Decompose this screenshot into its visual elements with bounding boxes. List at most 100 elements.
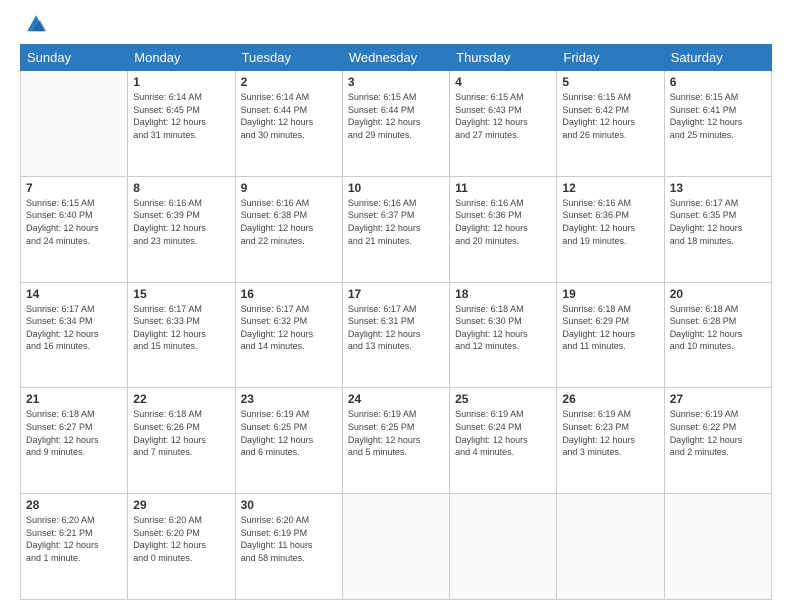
calendar-day-header: Tuesday bbox=[235, 45, 342, 71]
calendar-cell bbox=[450, 494, 557, 600]
day-info: Sunrise: 6:20 AM Sunset: 6:19 PM Dayligh… bbox=[241, 514, 337, 564]
logo bbox=[20, 20, 48, 36]
day-number: 12 bbox=[562, 181, 658, 195]
calendar-cell: 25 Sunrise: 6:19 AM Sunset: 6:24 PM Dayli… bbox=[450, 388, 557, 494]
calendar-cell: 13 Sunrise: 6:17 AM Sunset: 6:35 PM Dayli… bbox=[664, 176, 771, 282]
day-info: Sunrise: 6:14 AM Sunset: 6:45 PM Dayligh… bbox=[133, 91, 229, 141]
calendar-day-header: Monday bbox=[128, 45, 235, 71]
calendar-cell: 11 Sunrise: 6:16 AM Sunset: 6:36 PM Dayli… bbox=[450, 176, 557, 282]
day-number: 19 bbox=[562, 287, 658, 301]
day-info: Sunrise: 6:18 AM Sunset: 6:29 PM Dayligh… bbox=[562, 303, 658, 353]
calendar-cell: 6 Sunrise: 6:15 AM Sunset: 6:41 PM Daylig… bbox=[664, 71, 771, 177]
day-number: 1 bbox=[133, 75, 229, 89]
calendar-cell: 8 Sunrise: 6:16 AM Sunset: 6:39 PM Daylig… bbox=[128, 176, 235, 282]
calendar-day-header: Wednesday bbox=[342, 45, 449, 71]
day-number: 2 bbox=[241, 75, 337, 89]
day-info: Sunrise: 6:16 AM Sunset: 6:37 PM Dayligh… bbox=[348, 197, 444, 247]
calendar-cell bbox=[21, 71, 128, 177]
day-number: 14 bbox=[26, 287, 122, 301]
day-info: Sunrise: 6:15 AM Sunset: 6:43 PM Dayligh… bbox=[455, 91, 551, 141]
calendar-day-header: Sunday bbox=[21, 45, 128, 71]
calendar-day-header: Saturday bbox=[664, 45, 771, 71]
day-number: 7 bbox=[26, 181, 122, 195]
day-info: Sunrise: 6:15 AM Sunset: 6:41 PM Dayligh… bbox=[670, 91, 766, 141]
day-info: Sunrise: 6:17 AM Sunset: 6:31 PM Dayligh… bbox=[348, 303, 444, 353]
calendar-cell: 14 Sunrise: 6:17 AM Sunset: 6:34 PM Dayli… bbox=[21, 282, 128, 388]
calendar-week-row: 14 Sunrise: 6:17 AM Sunset: 6:34 PM Dayli… bbox=[21, 282, 772, 388]
day-info: Sunrise: 6:16 AM Sunset: 6:38 PM Dayligh… bbox=[241, 197, 337, 247]
calendar-cell: 23Sunrise: 6:19 AM Sunset: 6:25 PM Dayli… bbox=[235, 388, 342, 494]
day-info: Sunrise: 6:17 AM Sunset: 6:34 PM Dayligh… bbox=[26, 303, 122, 353]
day-number: 23 bbox=[241, 392, 337, 406]
day-number: 16 bbox=[241, 287, 337, 301]
day-info: Sunrise: 6:20 AM Sunset: 6:21 PM Dayligh… bbox=[26, 514, 122, 564]
calendar-cell bbox=[557, 494, 664, 600]
day-info: Sunrise: 6:18 AM Sunset: 6:27 PM Dayligh… bbox=[26, 408, 122, 458]
calendar-cell: 17 Sunrise: 6:17 AM Sunset: 6:31 PM Dayli… bbox=[342, 282, 449, 388]
day-info: Sunrise: 6:18 AM Sunset: 6:26 PM Dayligh… bbox=[133, 408, 229, 458]
day-number: 9 bbox=[241, 181, 337, 195]
calendar-header-row: SundayMondayTuesdayWednesdayThursdayFrid… bbox=[21, 45, 772, 71]
calendar-cell: 5Sunrise: 6:15 AM Sunset: 6:42 PM Daylig… bbox=[557, 71, 664, 177]
day-number: 3 bbox=[348, 75, 444, 89]
day-info: Sunrise: 6:20 AM Sunset: 6:20 PM Dayligh… bbox=[133, 514, 229, 564]
calendar-cell: 27 Sunrise: 6:19 AM Sunset: 6:22 PM Dayli… bbox=[664, 388, 771, 494]
day-number: 17 bbox=[348, 287, 444, 301]
day-number: 20 bbox=[670, 287, 766, 301]
day-number: 27 bbox=[670, 392, 766, 406]
day-info: Sunrise: 6:19 AM Sunset: 6:22 PM Dayligh… bbox=[670, 408, 766, 458]
day-number: 22 bbox=[133, 392, 229, 406]
calendar-cell: 19 Sunrise: 6:18 AM Sunset: 6:29 PM Dayli… bbox=[557, 282, 664, 388]
calendar-cell: 15 Sunrise: 6:17 AM Sunset: 6:33 PM Dayli… bbox=[128, 282, 235, 388]
calendar-cell: 3 Sunrise: 6:15 AM Sunset: 6:44 PM Daylig… bbox=[342, 71, 449, 177]
day-info: Sunrise: 6:16 AM Sunset: 6:36 PM Dayligh… bbox=[455, 197, 551, 247]
page: SundayMondayTuesdayWednesdayThursdayFrid… bbox=[0, 0, 792, 612]
day-number: 15 bbox=[133, 287, 229, 301]
day-info: Sunrise: 6:19 AM Sunset: 6:24 PM Dayligh… bbox=[455, 408, 551, 458]
day-info: Sunrise: 6:15 AM Sunset: 6:40 PM Dayligh… bbox=[26, 197, 122, 247]
day-number: 24 bbox=[348, 392, 444, 406]
day-info: Sunrise: 6:14 AM Sunset: 6:44 PM Dayligh… bbox=[241, 91, 337, 141]
day-number: 25 bbox=[455, 392, 551, 406]
calendar-cell: 2 Sunrise: 6:14 AM Sunset: 6:44 PM Daylig… bbox=[235, 71, 342, 177]
calendar-cell: 10 Sunrise: 6:16 AM Sunset: 6:37 PM Dayli… bbox=[342, 176, 449, 282]
calendar-week-row: 1 Sunrise: 6:14 AM Sunset: 6:45 PM Daylig… bbox=[21, 71, 772, 177]
calendar-cell: 9 Sunrise: 6:16 AM Sunset: 6:38 PM Daylig… bbox=[235, 176, 342, 282]
calendar-cell bbox=[342, 494, 449, 600]
day-info: Sunrise: 6:18 AM Sunset: 6:28 PM Dayligh… bbox=[670, 303, 766, 353]
day-number: 6 bbox=[670, 75, 766, 89]
calendar-cell: 4 Sunrise: 6:15 AM Sunset: 6:43 PM Daylig… bbox=[450, 71, 557, 177]
day-number: 4 bbox=[455, 75, 551, 89]
calendar-week-row: 7 Sunrise: 6:15 AM Sunset: 6:40 PM Daylig… bbox=[21, 176, 772, 282]
day-number: 30 bbox=[241, 498, 337, 512]
calendar-cell: 30 Sunrise: 6:20 AM Sunset: 6:19 PM Dayli… bbox=[235, 494, 342, 600]
calendar-week-row: 21Sunrise: 6:18 AM Sunset: 6:27 PM Dayli… bbox=[21, 388, 772, 494]
calendar-cell: 7 Sunrise: 6:15 AM Sunset: 6:40 PM Daylig… bbox=[21, 176, 128, 282]
day-number: 10 bbox=[348, 181, 444, 195]
day-info: Sunrise: 6:15 AM Sunset: 6:44 PM Dayligh… bbox=[348, 91, 444, 141]
calendar-cell bbox=[664, 494, 771, 600]
day-number: 8 bbox=[133, 181, 229, 195]
day-info: Sunrise: 6:16 AM Sunset: 6:36 PM Dayligh… bbox=[562, 197, 658, 247]
header bbox=[20, 16, 772, 36]
day-info: Sunrise: 6:19 AM Sunset: 6:25 PM Dayligh… bbox=[348, 408, 444, 458]
day-info: Sunrise: 6:17 AM Sunset: 6:33 PM Dayligh… bbox=[133, 303, 229, 353]
calendar-cell: 26 Sunrise: 6:19 AM Sunset: 6:23 PM Dayli… bbox=[557, 388, 664, 494]
day-info: Sunrise: 6:15 AM Sunset: 6:42 PM Dayligh… bbox=[562, 91, 658, 141]
day-info: Sunrise: 6:16 AM Sunset: 6:39 PM Dayligh… bbox=[133, 197, 229, 247]
day-info: Sunrise: 6:18 AM Sunset: 6:30 PM Dayligh… bbox=[455, 303, 551, 353]
day-info: Sunrise: 6:19 AM Sunset: 6:23 PM Dayligh… bbox=[562, 408, 658, 458]
day-number: 26 bbox=[562, 392, 658, 406]
day-info: Sunrise: 6:17 AM Sunset: 6:35 PM Dayligh… bbox=[670, 197, 766, 247]
calendar-cell: 20 Sunrise: 6:18 AM Sunset: 6:28 PM Dayli… bbox=[664, 282, 771, 388]
day-number: 18 bbox=[455, 287, 551, 301]
day-number: 13 bbox=[670, 181, 766, 195]
calendar-cell: 16 Sunrise: 6:17 AM Sunset: 6:32 PM Dayli… bbox=[235, 282, 342, 388]
logo-icon bbox=[24, 12, 48, 36]
day-info: Sunrise: 6:17 AM Sunset: 6:32 PM Dayligh… bbox=[241, 303, 337, 353]
day-number: 11 bbox=[455, 181, 551, 195]
day-number: 29 bbox=[133, 498, 229, 512]
calendar-cell: 28Sunrise: 6:20 AM Sunset: 6:21 PM Dayli… bbox=[21, 494, 128, 600]
calendar-cell: 18 Sunrise: 6:18 AM Sunset: 6:30 PM Dayli… bbox=[450, 282, 557, 388]
calendar-cell: 12 Sunrise: 6:16 AM Sunset: 6:36 PM Dayli… bbox=[557, 176, 664, 282]
